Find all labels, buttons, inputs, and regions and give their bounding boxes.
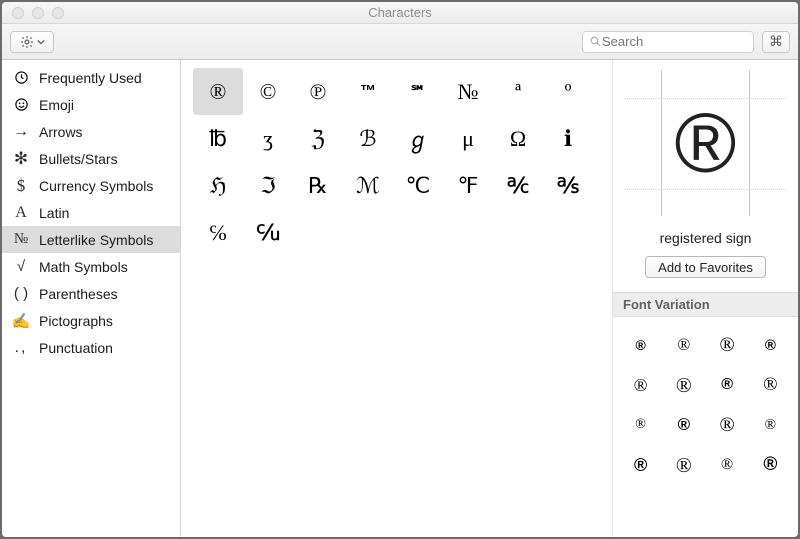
character-grid: ®©℗™℠№ªº ℔ʒℨℬℊμΩℹ ℌℑ℞ℳ℃℉℀℁ ℅℆ [193, 68, 608, 256]
font-variation-cell[interactable]: ® [635, 337, 645, 353]
char-cell[interactable]: ™ [343, 68, 393, 115]
pen-icon: ✍ [12, 312, 30, 330]
font-variation-cell[interactable]: ® [678, 415, 691, 435]
character-grid-area: ®©℗™℠№ªº ℔ʒℨℬℊμΩℹ ℌℑ℞ℳ℃℉℀℁ ℅℆ [181, 60, 612, 537]
char-cell[interactable]: ℁ [543, 162, 593, 209]
font-variation-cell[interactable]: ® [677, 335, 690, 355]
font-variation-cell[interactable]: ® [721, 456, 733, 474]
parens-icon: ( ) [12, 285, 30, 302]
window-title: Characters [2, 5, 798, 20]
toolbar: ⌘ [2, 24, 798, 60]
sidebar-item-latin[interactable]: A Latin [2, 199, 180, 226]
char-cell[interactable]: ℀ [493, 162, 543, 209]
sidebar-item-parentheses[interactable]: ( ) Parentheses [2, 280, 180, 307]
sidebar-item-letterlike-symbols[interactable]: № Letterlike Symbols [2, 226, 180, 253]
char-cell[interactable]: ℠ [393, 68, 443, 115]
characters-window: Characters ⌘ Frequently Used Emoji → Arrows… [0, 0, 800, 539]
font-variation-grid: ® ® ® ® ® ® ® ® ® ® ® ® ® ® ® ® [613, 317, 798, 537]
font-variation-header: Font Variation [613, 292, 798, 317]
clock-icon [12, 70, 30, 85]
char-cell[interactable]: ℹ [543, 115, 593, 162]
char-cell[interactable]: ℞ [293, 162, 343, 209]
font-variation-cell[interactable]: ® [721, 376, 733, 394]
smile-icon [12, 97, 30, 112]
search-field[interactable] [582, 31, 754, 53]
char-cell[interactable]: μ [443, 115, 493, 162]
font-variation-cell[interactable]: ® [763, 374, 777, 396]
char-cell[interactable]: ℊ [393, 115, 443, 162]
char-cell[interactable]: ℔ [193, 115, 243, 162]
char-cell[interactable]: ℉ [443, 162, 493, 209]
chevron-down-icon [37, 38, 45, 46]
gear-icon [20, 35, 34, 49]
sidebar-item-label: Letterlike Symbols [39, 232, 153, 248]
char-cell[interactable]: ℑ [243, 162, 293, 209]
glyph-preview: ® [613, 60, 798, 226]
action-menu-button[interactable] [10, 31, 54, 53]
search-input[interactable] [602, 34, 778, 49]
char-cell[interactable]: ® [193, 68, 243, 115]
char-cell[interactable]: © [243, 68, 293, 115]
sidebar-item-label: Punctuation [39, 340, 113, 356]
sidebar-item-label: Latin [39, 205, 69, 221]
font-variation-cell[interactable]: ® [676, 373, 692, 398]
char-cell[interactable]: ℆ [243, 209, 293, 256]
sidebar-item-punctuation[interactable]: ., Punctuation [2, 334, 180, 361]
numero-icon: № [12, 231, 30, 248]
detail-panel: ® registered sign Add to Favorites Font … [612, 60, 798, 537]
char-cell[interactable]: ℬ [343, 115, 393, 162]
char-cell[interactable]: ℳ [343, 162, 393, 209]
sidebar-item-label: Arrows [39, 124, 83, 140]
latinA-icon: A [12, 204, 30, 222]
sidebar-item-emoji[interactable]: Emoji [2, 91, 180, 118]
char-cell[interactable]: ª [493, 68, 543, 115]
character-name: registered sign [613, 226, 798, 256]
char-cell[interactable]: ℨ [293, 115, 343, 162]
sidebar-item-arrows[interactable]: → Arrows [2, 118, 180, 145]
arrow-icon: → [12, 123, 30, 141]
font-variation-cell[interactable]: ® [765, 337, 776, 354]
char-cell[interactable]: № [443, 68, 493, 115]
sidebar-item-math-symbols[interactable]: √ Math Symbols [2, 253, 180, 280]
keyboard-icon: ⌘ [769, 33, 783, 50]
asterisk-icon: ✻ [12, 149, 30, 169]
sidebar-item-label: Pictographs [39, 313, 113, 329]
char-cell[interactable]: Ω [493, 115, 543, 162]
char-cell[interactable]: ℌ [193, 162, 243, 209]
font-variation-cell[interactable]: ® [763, 454, 777, 476]
sidebar-item-pictographs[interactable]: ✍ Pictographs [2, 307, 180, 334]
sidebar-item-label: Parentheses [39, 286, 118, 302]
sidebar-item-label: Emoji [39, 97, 74, 113]
add-to-favorites-button[interactable]: Add to Favorites [645, 256, 766, 278]
search-icon [589, 35, 602, 48]
char-cell[interactable]: ʒ [243, 115, 293, 162]
sidebar-item-label: Bullets/Stars [39, 151, 118, 167]
glyph-large: ® [675, 101, 737, 185]
sidebar-item-label: Math Symbols [39, 259, 128, 275]
font-variation-cell[interactable]: ® [676, 453, 692, 478]
char-cell[interactable]: ℃ [393, 162, 443, 209]
font-variation-cell[interactable]: ® [634, 375, 648, 396]
punct-icon: ., [12, 339, 30, 357]
sidebar-item-label: Frequently Used [39, 70, 142, 86]
titlebar: Characters [2, 2, 798, 24]
char-cell[interactable]: ℗ [293, 68, 343, 115]
char-cell[interactable]: ℅ [193, 209, 243, 256]
font-variation-cell[interactable]: ® [634, 455, 647, 476]
sidebar-item-frequently-used[interactable]: Frequently Used [2, 64, 180, 91]
category-sidebar: Frequently Used Emoji → Arrows ✻ Bullets/Star… [2, 60, 181, 537]
toggle-view-button[interactable]: ⌘ [762, 31, 790, 53]
font-variation-cell[interactable]: ® [720, 414, 735, 437]
dollar-icon: $ [12, 176, 30, 196]
sidebar-item-currency-symbols[interactable]: $ Currency Symbols [2, 172, 180, 199]
sidebar-item-label: Currency Symbols [39, 178, 153, 194]
sidebar-item-bullets-stars[interactable]: ✻ Bullets/Stars [2, 145, 180, 172]
font-variation-cell[interactable]: ® [765, 417, 776, 434]
font-variation-cell[interactable]: ® [720, 334, 735, 357]
font-variation-cell[interactable]: ® [635, 417, 646, 433]
sqrt-icon: √ [12, 258, 30, 275]
char-cell[interactable]: º [543, 68, 593, 115]
